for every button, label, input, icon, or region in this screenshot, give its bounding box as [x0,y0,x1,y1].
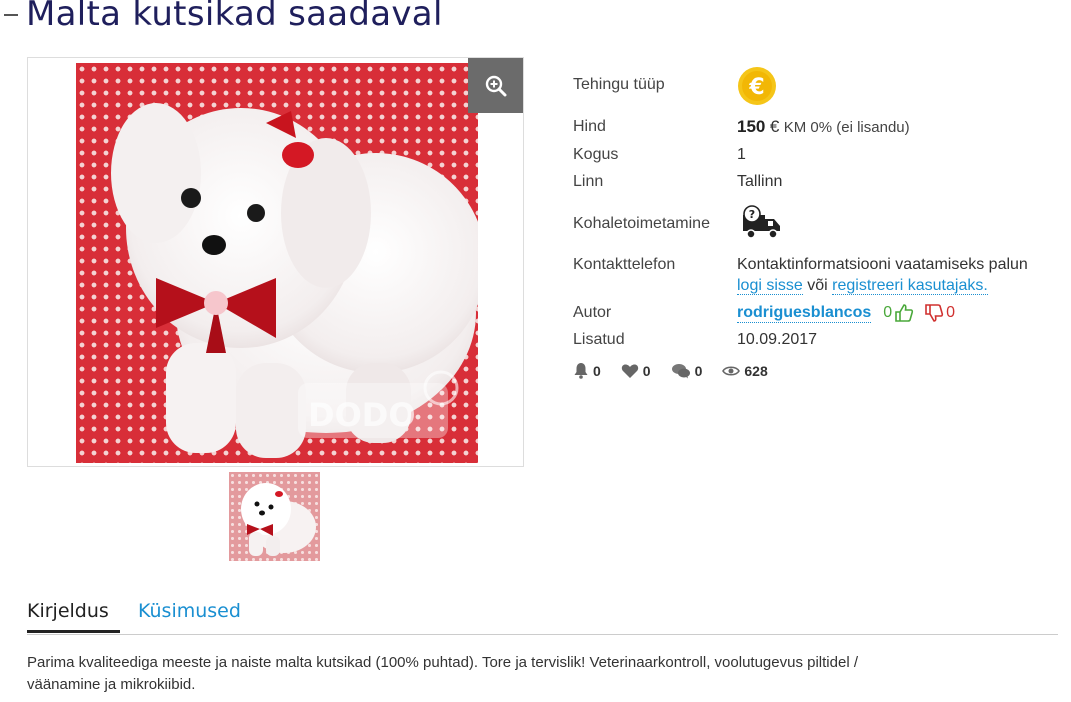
price-value: 150 € KM 0% (ei lisandu) [737,117,910,137]
euro-coin-icon: € [737,66,777,111]
phone-label: Kontakttelefon [573,256,676,273]
svg-text:?: ? [749,208,755,221]
quantity-value: 1 [737,146,746,163]
collapse-dash-icon[interactable] [4,14,18,16]
delivery-truck-question-icon: ? [741,205,783,246]
author-label: Autor [573,304,612,321]
listing-stats: 0 0 0 628 [573,362,788,379]
thumbs-down-icon[interactable] [924,303,944,323]
city-value: Tallinn [737,173,783,190]
zoom-in-icon [485,75,506,96]
puppy-illustration: DODO [111,103,478,458]
main-image-frame[interactable]: DODO [27,57,524,467]
thumbnail-image[interactable] [229,472,320,561]
bell-stat[interactable]: 0 [573,362,601,379]
likes-count: 0 [883,304,893,321]
views-stat: 628 [722,362,768,379]
page-title: Malta kutsikad saadaval [26,0,443,34]
price-vat: KM 0% (ei lisandu) [783,119,910,136]
author-value: rodriguesblancos 0 0 [737,303,955,323]
svg-text:€: € [748,75,764,100]
quantity-label: Kogus [573,146,619,163]
comments-stat[interactable]: 0 [671,362,703,379]
zoom-button[interactable] [468,58,523,113]
tab-bar: Kirjeldus Küsimused [27,600,1058,635]
login-link[interactable]: logi sisse [737,277,803,295]
added-date: 10.09.2017 [737,331,818,348]
watermark-text: DODO [308,396,416,434]
eye-icon [722,365,741,376]
phone-or-text: või [807,277,828,294]
views-count: 628 [744,362,768,379]
price-label: Hind [573,118,606,135]
tab-description[interactable]: Kirjeldus [27,600,109,632]
price-amount: 150 [737,117,766,136]
tab-questions[interactable]: Küsimused [138,600,241,622]
main-photo[interactable]: DODO [76,63,478,463]
bell-count: 0 [593,362,601,379]
heart-count: 0 [642,362,651,379]
comments-icon [671,363,690,378]
phone-text-line2: logi sisse või registreeri kasutajaks. [737,277,988,295]
author-link[interactable]: rodriguesblancos [737,304,872,323]
thumbs-up-icon[interactable] [894,303,914,323]
favorite-stat[interactable]: 0 [621,363,651,379]
delivery-label: Kohaletoimetamine [573,215,710,232]
heart-icon [621,363,638,378]
dislikes-count: 0 [946,304,956,321]
comments-count: 0 [694,362,703,379]
bell-icon [574,363,588,379]
register-link-period: . [983,277,988,294]
register-link[interactable]: registreeri kasutajaks. [832,277,988,295]
price-currency: € [769,117,780,136]
added-label: Lisatud [573,331,625,348]
city-label: Linn [573,173,604,190]
thumbnail-puppy [241,483,316,556]
deal-type-label: Tehingu tüüp [573,76,665,93]
phone-text-line1: Kontaktinformatsiooni vaatamiseks palun [737,256,1028,273]
active-tab-indicator [27,630,120,633]
description-text: Parima kvaliteediga meeste ja naiste mal… [27,654,858,693]
register-link-text: registreeri kasutajaks [832,277,984,294]
